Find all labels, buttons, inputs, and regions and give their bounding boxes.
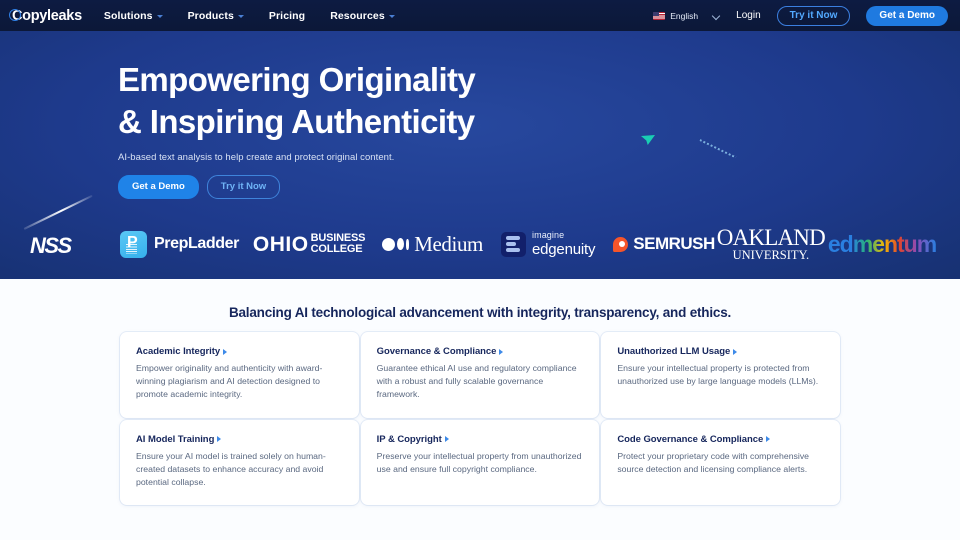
nav-item-pricing[interactable]: Pricing — [269, 10, 305, 22]
chevron-down-icon — [388, 14, 395, 18]
hero-section: Empowering Originality & Inspiring Authe… — [0, 31, 960, 279]
nav-item-resources[interactable]: Resources — [330, 10, 395, 22]
card-title-label: Unauthorized LLM Usage — [617, 346, 731, 357]
try-it-now-button[interactable]: Try it Now — [776, 5, 851, 26]
nss-swoosh-icon — [23, 194, 93, 230]
arrow-right-icon — [223, 348, 228, 355]
logo-nss: NSS — [23, 194, 98, 266]
logo-ohio-stack: BUSINESS COLLEGE — [311, 233, 366, 255]
card-description: Ensure your AI model is trained solely o… — [136, 450, 326, 488]
logo-edgenuity-imagine: imagine — [532, 230, 565, 240]
card-description: Protect your proprietary code with compr… — [617, 450, 810, 474]
logo-oakland-word: OAKLAND — [716, 224, 826, 250]
card-title-row: IP & Copyright — [377, 434, 584, 445]
login-link[interactable]: Login — [736, 10, 760, 21]
feature-card-ai-model-training[interactable]: AI Model Training Ensure your AI model i… — [120, 419, 359, 506]
card-title-row: Academic Integrity — [136, 346, 343, 357]
logo-nss-label: NSS — [30, 233, 72, 258]
hero-cta-group: Get a Demo Try it Now — [118, 175, 960, 199]
logo-medium: Medium — [382, 232, 483, 257]
page-title: Empowering Originality & Inspiring Authe… — [118, 59, 960, 143]
hero-try-it-now-button[interactable]: Try it Now — [206, 175, 281, 199]
semrush-mark-icon — [609, 236, 629, 252]
chevron-down-icon — [237, 14, 244, 18]
logo-circle-icon — [9, 8, 21, 21]
logo-university-word: UNIVERSITY. — [732, 247, 810, 262]
top-navigation-bar: Copyleaks Solutions Products Pricing Res… — [0, 0, 960, 31]
logo-edmentum-label: edmentum — [827, 230, 937, 257]
card-title-label: IP & Copyright — [376, 433, 442, 445]
arrow-right-icon — [733, 348, 738, 355]
logo-ohio-business-college: OHIO BUSINESS COLLEGE — [252, 232, 366, 256]
brand-name: Copyleaks — [9, 7, 82, 24]
nav-item-products-label: Products — [187, 9, 234, 22]
medium-dots-icon — [382, 237, 410, 251]
card-description: Preserve your intellectual property from… — [376, 450, 582, 474]
feature-card-code-governance-compliance[interactable]: Code Governance & Compliance Protect you… — [601, 419, 840, 506]
partner-logo-strip: NSS PrepLadder OHIO BUSINESS COLLEGE Med… — [0, 194, 960, 279]
logo-ohio-college: COLLEGE — [310, 243, 363, 255]
nav-item-pricing-label: Pricing — [268, 9, 306, 22]
card-title-row: AI Model Training — [136, 434, 343, 445]
card-title-row: Code Governance & Compliance — [617, 434, 824, 445]
arrow-right-icon — [499, 348, 504, 355]
arrow-right-icon — [766, 436, 771, 443]
copyleaks-logo[interactable]: Copyleaks — [9, 7, 82, 24]
feature-card-academic-integrity[interactable]: Academic Integrity Empower originality a… — [120, 332, 359, 418]
card-title-label: Academic Integrity — [136, 346, 221, 357]
logo-edgenuity-text: imagine edgenuity — [532, 230, 596, 258]
logo-imagine-edgenuity: imagine edgenuity — [501, 231, 595, 257]
card-title-row: Unauthorized LLM Usage — [617, 346, 824, 357]
hero-title-line-1: Empowering Originality — [118, 61, 476, 98]
nav-item-solutions[interactable]: Solutions — [104, 10, 163, 22]
nav-right-group: English Login Try it Now Get a Demo — [653, 5, 948, 26]
brand-text: Copyleaks — [12, 7, 82, 24]
chevron-down-icon — [156, 14, 163, 18]
card-title-label: Code Governance & Compliance — [617, 433, 764, 445]
logo-edgenuity-name: edgenuity — [532, 241, 596, 258]
card-title-label: Governance & Compliance — [376, 346, 497, 357]
nav-links: Solutions Products Pricing Resources — [104, 10, 395, 22]
logo-prepladder-label: PrepLadder — [154, 235, 239, 252]
card-description: Guarantee ethical AI use and regulatory … — [376, 363, 577, 400]
hero-content: Empowering Originality & Inspiring Authe… — [0, 31, 960, 199]
us-flag-icon — [653, 11, 666, 20]
logo-semrush-label: SEMRUSH — [633, 234, 715, 253]
feature-card-ip-copyright[interactable]: IP & Copyright Preserve your intellectua… — [360, 419, 600, 506]
edgenuity-mark-icon — [501, 231, 526, 257]
card-description: Empower originality and authenticity wit… — [136, 363, 323, 400]
logo-medium-label: Medium — [414, 231, 483, 256]
feature-card-governance-compliance[interactable]: Governance & Compliance Guarantee ethica… — [360, 332, 600, 418]
nav-item-solutions-label: Solutions — [103, 9, 153, 22]
hero-subtitle: AI-based text analysis to help create an… — [118, 152, 395, 164]
logo-oakland-university: OAKLAND UNIVERSITY. — [716, 224, 826, 262]
get-a-demo-button[interactable]: Get a Demo — [866, 5, 948, 26]
hero-get-a-demo-button[interactable]: Get a Demo — [118, 175, 199, 199]
nav-item-products[interactable]: Products — [188, 10, 244, 22]
logo-semrush: SEMRUSH — [609, 234, 715, 254]
logo-prepladder: PrepLadder — [120, 230, 239, 258]
features-section: Balancing AI technological advancement w… — [0, 279, 960, 506]
arrow-right-icon — [444, 436, 449, 443]
nav-item-resources-label: Resources — [330, 9, 385, 22]
feature-card-unauthorized-llm-usage[interactable]: Unauthorized LLM Usage Ensure your intel… — [601, 332, 840, 418]
language-label: English — [670, 10, 699, 21]
hero-title-line-2: & Inspiring Authenticity — [118, 103, 475, 141]
logo-edmentum: edmentum — [827, 230, 937, 258]
section-heading: Balancing AI technological advancement w… — [228, 305, 732, 320]
chevron-down-icon — [713, 12, 720, 19]
feature-card-grid: Academic Integrity Empower originality a… — [120, 332, 840, 506]
card-description: Ensure your intellectual property is pro… — [617, 363, 819, 387]
card-title-label: AI Model Training — [136, 433, 215, 445]
prepladder-mark-icon — [120, 230, 147, 258]
arrow-right-icon — [217, 436, 222, 443]
card-title-row: Governance & Compliance — [377, 346, 584, 357]
logo-ohio-word: OHIO — [252, 232, 309, 256]
language-selector[interactable]: English — [653, 11, 720, 21]
